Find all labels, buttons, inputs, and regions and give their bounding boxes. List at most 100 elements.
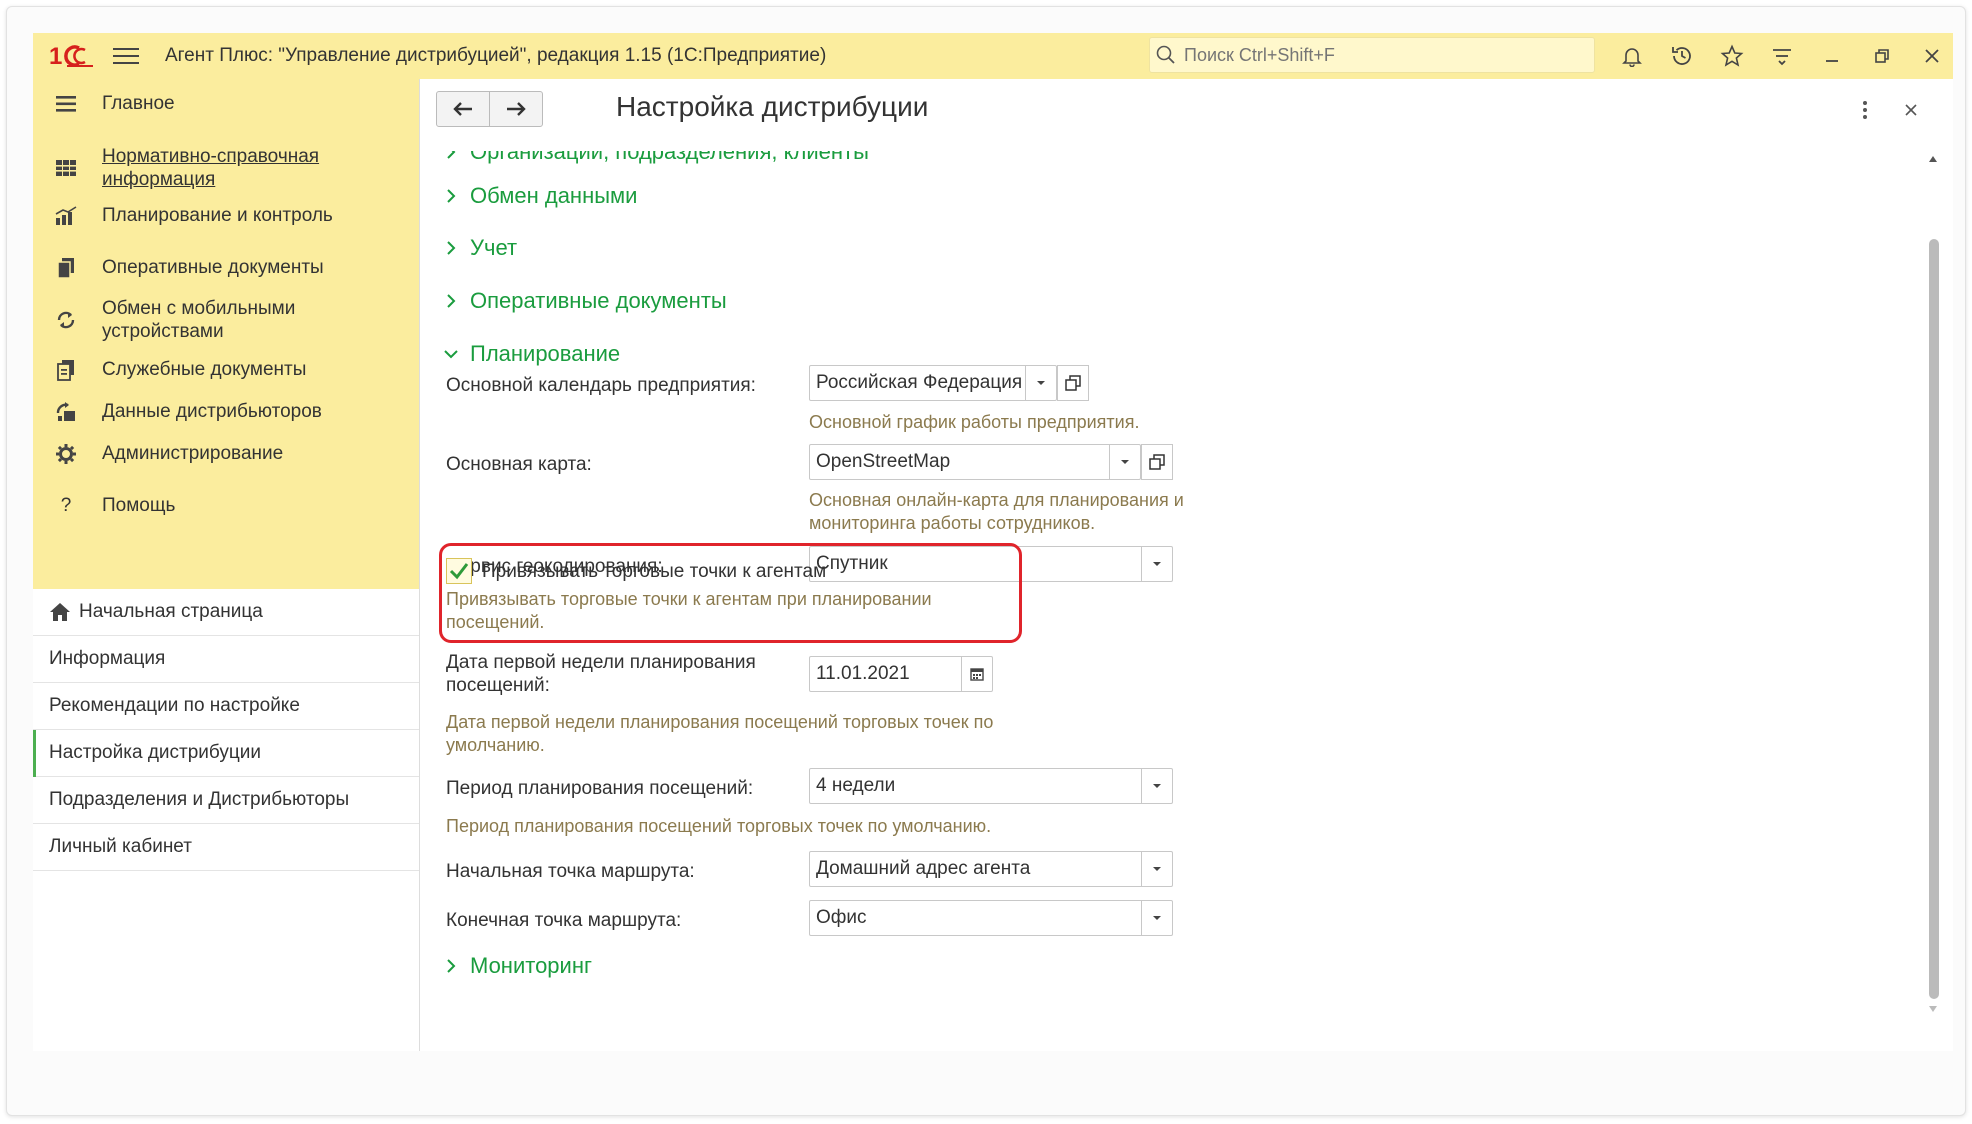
group-accounting[interactable]: Учет (442, 235, 517, 261)
open-form-icon (1065, 375, 1081, 391)
open-window-recommendations[interactable]: Рекомендации по настройке (33, 683, 419, 730)
map-open-button[interactable] (1141, 444, 1173, 480)
form-content: Организации, подразделения, клиенты Обме… (420, 151, 1925, 1051)
sidebar-item-label: Обмен с мобильными устройствами (102, 298, 296, 342)
open-window-info[interactable]: Информация (33, 636, 419, 683)
sidebar-item-label: Оперативные документы (102, 257, 324, 278)
funnel-icon[interactable] (1757, 33, 1807, 79)
sidebar-item-label: Главное (102, 93, 175, 114)
more-vertical-icon (1862, 100, 1868, 120)
start-point-label: Начальная точка маршрута: (446, 861, 695, 882)
titlebar-icons (1607, 33, 1953, 79)
group-org[interactable]: Организации, подразделения, клиенты (442, 151, 869, 165)
more-actions-button[interactable] (1850, 95, 1880, 125)
sidebar-item-help[interactable]: ? Помощь (33, 493, 419, 533)
open-window-distribution-settings[interactable]: Настройка дистрибуции (33, 730, 419, 777)
start-point-field[interactable]: Домашний адрес агента (809, 851, 1173, 887)
home-icon (49, 602, 71, 622)
bell-icon[interactable] (1607, 33, 1657, 79)
end-point-field[interactable]: Офис (809, 900, 1173, 936)
chevron-down-icon[interactable] (1141, 769, 1172, 803)
window-frame: 1 Агент Плюс: "Управление дистрибуцией",… (6, 6, 1966, 1116)
search-input[interactable] (1182, 43, 1566, 67)
sidebar-item-mobile-exchange[interactable]: Обмен с мобильными устройствами (33, 297, 419, 347)
chevron-down-icon[interactable] (1141, 852, 1172, 886)
star-icon[interactable] (1707, 33, 1757, 79)
group-planning[interactable]: Планирование (442, 341, 620, 367)
arrow-left-icon (452, 101, 474, 117)
chevron-right-icon (442, 239, 460, 257)
forward-button[interactable] (489, 92, 542, 126)
chevron-down-icon[interactable] (1025, 366, 1056, 400)
form-close-button[interactable] (1896, 95, 1926, 125)
period-field[interactable]: 4 недели (809, 768, 1173, 804)
search-icon (1156, 45, 1176, 65)
distributor-icon (53, 399, 79, 425)
search-box[interactable] (1149, 37, 1595, 73)
calendar-icon[interactable] (961, 657, 992, 691)
first-week-label-line-2: посещений: (446, 675, 550, 696)
chevron-down-icon[interactable] (1141, 547, 1172, 581)
back-button[interactable] (437, 92, 489, 126)
sidebar-item-label: Данные дистрибьюторов (102, 401, 322, 422)
period-value: 4 недели (816, 775, 896, 796)
scroll-down-icon[interactable] (1925, 1001, 1941, 1017)
sidebar-item-service-docs[interactable]: Служебные документы (33, 357, 419, 397)
period-label: Период планирования посещений: (446, 778, 754, 799)
chevron-down-icon (442, 345, 460, 363)
bind-outlets-checkbox[interactable] (446, 558, 472, 584)
first-week-hint: Дата первой недели планирования посещени… (446, 712, 994, 732)
nav-buttons (436, 91, 543, 127)
open-window-personal-account[interactable]: Личный кабинет (33, 824, 419, 871)
sidebar-item-admin[interactable]: Администрирование (33, 441, 419, 481)
minimize-icon[interactable] (1807, 33, 1857, 79)
close-icon[interactable] (1907, 33, 1953, 79)
sidebar-item-distributors[interactable]: Данные дистрибьюторов (33, 399, 419, 439)
open-form-icon (1149, 454, 1165, 470)
scroll-thumb[interactable] (1929, 239, 1939, 999)
sidebar-item-operational[interactable]: Оперативные документы (33, 255, 419, 295)
sidebar-item-planning[interactable]: Планирование и контроль (33, 203, 419, 243)
app-title: Агент Плюс: "Управление дистрибуцией", р… (165, 45, 827, 66)
sidebar-item-main[interactable]: Главное (33, 91, 419, 131)
map-field[interactable]: OpenStreetMap (809, 444, 1141, 480)
open-window-home[interactable]: Начальная страница (33, 589, 419, 636)
map-hint-line-2: мониторинга работы сотрудников. (809, 513, 1096, 533)
sidebar-item-label: Нормативно-справочная информация (102, 146, 320, 190)
calendar-field[interactable]: Российская Федерация (809, 365, 1057, 401)
end-point-label: Конечная точка маршрута: (446, 910, 682, 931)
menu-icon[interactable] (113, 48, 139, 64)
period-hint: Период планирования посещений торговых т… (446, 816, 992, 836)
map-value: OpenStreetMap (816, 451, 951, 472)
chevron-down-icon[interactable] (1141, 901, 1172, 935)
svg-text:1: 1 (49, 43, 62, 69)
start-point-value: Домашний адрес агента (816, 858, 1031, 879)
logo-1c-icon: 1 (49, 41, 93, 71)
restore-icon[interactable] (1857, 33, 1907, 79)
calendar-hint: Основной график работы предприятия. (809, 412, 1140, 432)
bind-outlets-label[interactable]: Привязывать торговые точки к агентам (482, 560, 826, 583)
vertical-scrollbar[interactable] (1925, 151, 1941, 1019)
sidebar-item-reference[interactable]: Нормативно-справочная информация (33, 145, 419, 195)
group-operational[interactable]: Оперативные документы (442, 288, 727, 314)
close-icon (1904, 103, 1918, 117)
first-week-date-field[interactable]: 11.01.2021 (809, 656, 993, 692)
chevron-down-icon[interactable] (1109, 445, 1140, 479)
chart-icon (53, 203, 79, 229)
bind-outlets-hint-line-2: посещений. (446, 612, 545, 632)
history-icon[interactable] (1657, 33, 1707, 79)
first-week-label: Дата первой недели планирования (446, 652, 756, 673)
group-monitoring[interactable]: Мониторинг (442, 953, 592, 979)
first-week-date-value: 11.01.2021 (816, 663, 910, 684)
sidebar-item-label: Служебные документы (102, 359, 307, 380)
sections-panel: Главное Нормативно-справочная информация… (33, 79, 419, 589)
group-exchange[interactable]: Обмен данными (442, 183, 637, 209)
main-form: Настройка дистрибуции Организации, подра… (420, 79, 1953, 1051)
scroll-up-icon[interactable] (1925, 151, 1941, 167)
chevron-right-icon (442, 957, 460, 975)
open-window-divisions[interactable]: Подразделения и Дистрибьюторы (33, 777, 419, 824)
catalog-grid-icon (53, 155, 79, 181)
calendar-open-button[interactable] (1057, 365, 1089, 401)
form-title: Настройка дистрибуции (616, 91, 929, 122)
open-windows-list: Начальная страница Информация Рекомендац… (33, 589, 419, 871)
